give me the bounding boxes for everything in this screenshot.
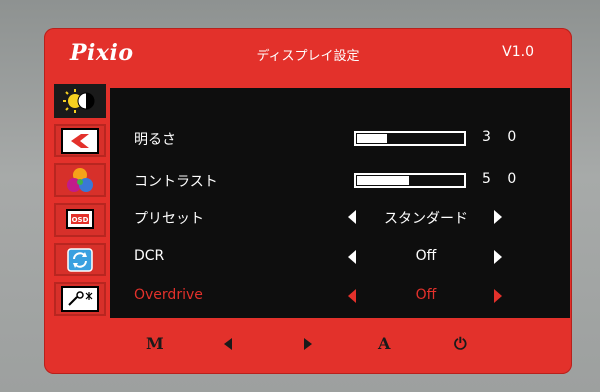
- brightness-value: 3 0: [482, 129, 523, 145]
- dcr-right-arrow-icon[interactable]: [494, 250, 502, 264]
- brightness-slider-fill: [357, 134, 387, 143]
- menu-key-label[interactable]: M: [146, 334, 164, 353]
- category-sidebar: OSD: [54, 84, 106, 317]
- preset-row[interactable]: プリセット スタンダード: [110, 203, 570, 229]
- power-icon[interactable]: ⏻: [454, 334, 467, 354]
- reset-icon: [67, 247, 93, 272]
- auto-key-label[interactable]: A: [378, 334, 390, 353]
- color-icon: [67, 168, 93, 193]
- preset-value: スタンダード: [384, 211, 468, 227]
- sidebar-item-picture[interactable]: [54, 84, 106, 118]
- overdrive-right-arrow-icon[interactable]: [494, 289, 502, 303]
- sidebar-item-color[interactable]: [54, 163, 106, 198]
- osd-header: Pixio ディスプレイ設定 V1.0: [44, 28, 572, 80]
- contrast-value: 5 0: [482, 171, 523, 187]
- brightness-contrast-icon: [63, 88, 95, 113]
- contrast-label: コントラスト: [134, 174, 218, 190]
- contrast-slider[interactable]: [354, 173, 466, 188]
- menu-title: ディスプレイ設定: [256, 49, 360, 64]
- preset-label: プリセット: [134, 211, 204, 227]
- overdrive-value: Off: [415, 287, 437, 303]
- sidebar-item-input[interactable]: [54, 123, 106, 158]
- contrast-row[interactable]: コントラスト 5 0: [110, 166, 570, 192]
- dcr-value: Off: [415, 248, 437, 264]
- right-key-icon[interactable]: [304, 338, 312, 350]
- preset-left-arrow-icon[interactable]: [348, 210, 356, 224]
- brightness-label: 明るさ: [134, 132, 176, 148]
- osd-menu: Pixio ディスプレイ設定 V1.0 OSD 明るさ 3 0 コントラスト 5…: [44, 28, 572, 374]
- contrast-slider-fill: [357, 176, 409, 185]
- settings-panel: 明るさ 3 0 コントラスト 5 0 プリセット スタンダード DCR Off: [110, 88, 570, 318]
- firmware-version: V1.0: [502, 44, 534, 60]
- brightness-slider[interactable]: [354, 131, 466, 146]
- sidebar-item-osd[interactable]: OSD: [54, 203, 106, 237]
- overdrive-label: Overdrive: [134, 287, 203, 303]
- overdrive-left-arrow-icon[interactable]: [348, 289, 356, 303]
- dcr-left-arrow-icon[interactable]: [348, 250, 356, 264]
- dcr-label: DCR: [134, 248, 165, 264]
- button-hint-bar: M A ⏻: [44, 318, 572, 374]
- osd-icon: OSD: [66, 208, 94, 229]
- dcr-row[interactable]: DCR Off: [110, 243, 570, 269]
- svg-text:OSD: OSD: [72, 216, 89, 224]
- misc-settings-icon: [61, 286, 99, 313]
- sidebar-item-misc[interactable]: [54, 282, 106, 317]
- brightness-row[interactable]: 明るさ 3 0: [110, 124, 570, 150]
- preset-right-arrow-icon[interactable]: [494, 210, 502, 224]
- left-key-icon[interactable]: [224, 338, 232, 350]
- input-source-icon: [61, 127, 99, 154]
- overdrive-row[interactable]: Overdrive Off: [110, 282, 570, 308]
- sidebar-item-reset[interactable]: [54, 242, 106, 277]
